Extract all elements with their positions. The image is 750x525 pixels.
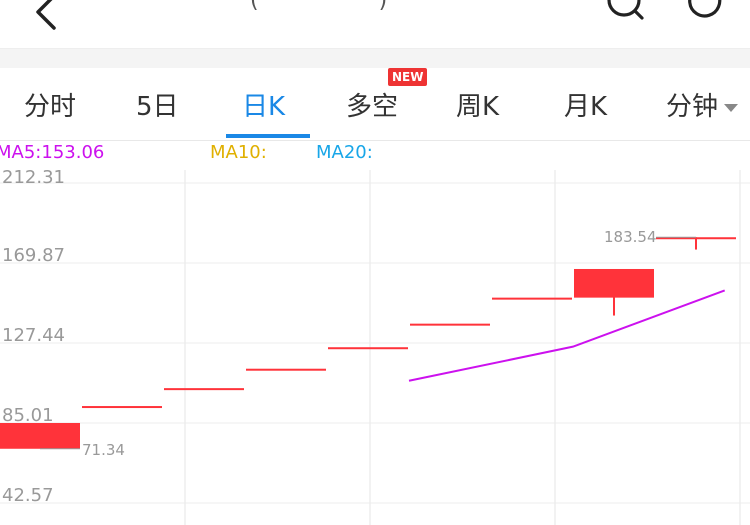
tab-long-short[interactable]: 多空 (346, 86, 398, 124)
ma5-line (408, 289, 726, 382)
candle-body (164, 388, 244, 391)
tab-monthly-k[interactable]: 月K (564, 86, 607, 124)
candle-body (574, 268, 654, 298)
candlestick-chart[interactable]: 212.31 169.87 127.44 85.01 42.57 183.54 71.34 (0, 140, 750, 525)
tab-intraday[interactable]: 分时 (24, 86, 76, 124)
y-tick-label: 85.01 (2, 405, 54, 426)
back-icon[interactable] (26, 0, 66, 32)
new-badge: NEW (388, 68, 428, 86)
section-divider (0, 48, 750, 69)
candle-body (246, 368, 326, 371)
tab-daily-k[interactable]: 日K (242, 86, 285, 124)
y-tick-label: 169.87 (2, 245, 65, 266)
candle-body (328, 347, 408, 350)
tab-weekly-k[interactable]: 周K (456, 86, 499, 124)
y-tick-label: 42.57 (2, 485, 54, 506)
search-icon[interactable] (600, 0, 650, 30)
y-tick-label: 212.31 (2, 167, 65, 188)
top-bar: () (0, 0, 750, 48)
candle-body (82, 406, 162, 409)
refresh-icon[interactable] (684, 0, 734, 30)
price-annotation: 183.54 (604, 228, 657, 246)
candle-body (410, 323, 490, 326)
period-tabs: 分时 5日 日K 多空 周K 月K 分钟 (0, 68, 750, 141)
price-annotation: 71.34 (82, 441, 125, 459)
chevron-down-icon (724, 103, 739, 112)
y-tick-label: 127.44 (2, 325, 65, 346)
candle-body (492, 297, 572, 300)
active-tab-indicator (226, 134, 310, 138)
tab-minute-label: 分钟 (666, 92, 719, 122)
tab-5day[interactable]: 5日 (136, 86, 179, 124)
candle-body (0, 422, 80, 449)
page-title: () (250, 0, 388, 13)
tab-minute[interactable]: 分钟 (666, 86, 739, 124)
